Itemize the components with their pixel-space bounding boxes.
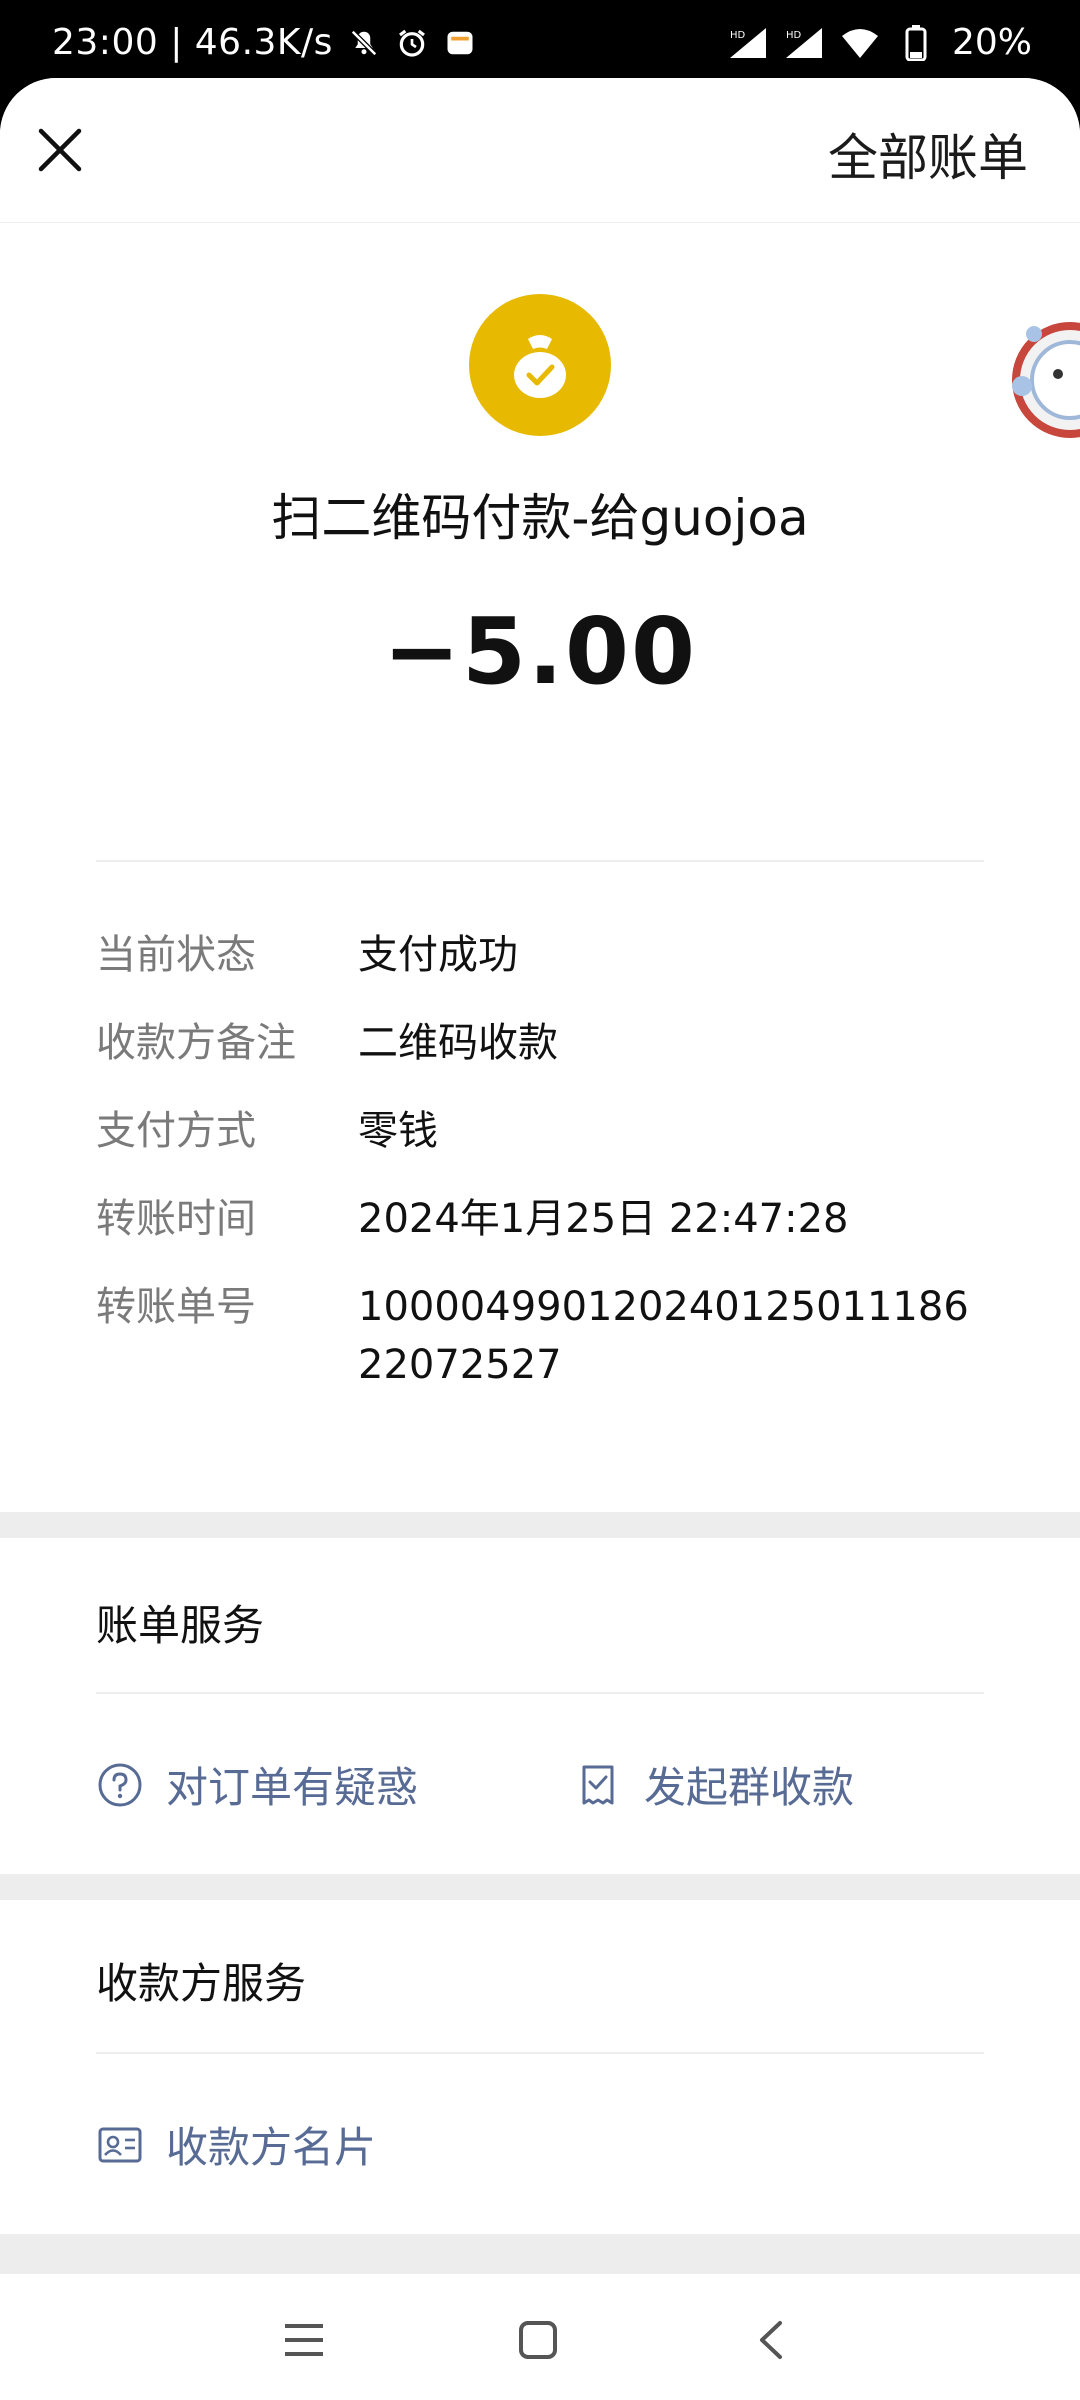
transaction-title: 扫二维码付款-给guojoa xyxy=(271,489,809,547)
status-left: 23:00 | 46.3K/s xyxy=(52,22,477,63)
detail-value: 2024年1月25日 22:47:28 xyxy=(358,1196,849,1242)
back-chevron-icon xyxy=(754,2319,790,2365)
detail-row-order-number: 转账单号 10000499012024012501118622072527 xyxy=(96,1282,984,1394)
all-bills-link[interactable]: 全部账单 xyxy=(828,118,1028,190)
battery-percent: 20% xyxy=(951,22,1032,63)
home-button[interactable] xyxy=(508,2312,568,2372)
payee-services-title: 收款方服务 xyxy=(96,1959,307,2008)
divider xyxy=(96,860,984,862)
home-square-icon xyxy=(517,2319,559,2365)
detail-row-status: 当前状态 支付成功 xyxy=(96,930,984,984)
money-bag-check-icon xyxy=(469,294,611,436)
detail-label: 当前状态 xyxy=(96,932,256,978)
alarm-icon xyxy=(395,26,429,60)
group-collect-label: 发起群收款 xyxy=(644,1763,855,1812)
system-nav-bar xyxy=(0,2274,1080,2400)
divider xyxy=(96,1692,984,1694)
signal-hd-icon-1: HD xyxy=(728,25,768,61)
detail-list: 当前状态 支付成功 收款方备注 二维码收款 支付方式 零钱 转账时间 2024年… xyxy=(96,930,984,1428)
detail-label: 转账时间 xyxy=(96,1196,256,1242)
transaction-amount: −5.00 xyxy=(382,598,698,705)
payee-card-label: 收款方名片 xyxy=(166,2123,377,2172)
wifi-icon xyxy=(840,25,880,61)
detail-value: 零钱 xyxy=(358,1108,438,1154)
section-gap xyxy=(0,1512,1080,1538)
receipt-check-icon xyxy=(574,1761,622,1809)
floating-mascot-icon[interactable] xyxy=(1010,314,1080,444)
payee-card-link[interactable]: 收款方名片 xyxy=(96,2114,376,2175)
divider xyxy=(96,2052,984,2054)
close-button[interactable] xyxy=(30,122,90,182)
section-gap xyxy=(0,1874,1080,1900)
detail-row-payee-note: 收款方备注 二维码收款 xyxy=(96,1018,984,1072)
detail-value: 10000499012024012501118622072527 xyxy=(358,1284,969,1388)
signal-hd-icon-2: HD xyxy=(784,25,824,61)
svg-text:HD: HD xyxy=(730,30,746,41)
status-right: HD HD 20% xyxy=(728,22,1032,63)
detail-value: 支付成功 xyxy=(358,932,518,978)
recents-button[interactable] xyxy=(274,2312,334,2372)
detail-label: 收款方备注 xyxy=(96,1020,296,1066)
close-icon xyxy=(37,127,83,177)
bill-services-title: 账单服务 xyxy=(96,1601,265,1650)
group-collect-link[interactable]: 发起群收款 xyxy=(574,1754,854,1815)
menu-icon xyxy=(283,2320,325,2364)
detail-label: 支付方式 xyxy=(96,1108,256,1154)
section-gap xyxy=(0,2234,1080,2274)
detail-label: 转账单号 xyxy=(96,1284,256,1330)
mute-bell-icon xyxy=(347,26,381,60)
order-doubt-link[interactable]: 对订单有疑惑 xyxy=(96,1754,418,1815)
detail-row-payment-method: 支付方式 零钱 xyxy=(96,1106,984,1160)
top-bar: 全部账单 xyxy=(0,78,1080,223)
detail-value: 二维码收款 xyxy=(358,1020,558,1066)
back-button[interactable] xyxy=(742,2312,802,2372)
battery-icon xyxy=(896,24,936,61)
wallet-notification-icon xyxy=(443,26,477,60)
contact-card-icon xyxy=(96,2121,144,2169)
question-circle-icon xyxy=(96,1761,144,1809)
status-time: 23:00 | 46.3K/s xyxy=(52,22,333,63)
order-doubt-label: 对订单有疑惑 xyxy=(166,1763,419,1812)
svg-text:HD: HD xyxy=(786,30,802,41)
detail-row-transfer-time: 转账时间 2024年1月25日 22:47:28 xyxy=(96,1194,984,1248)
bill-detail-sheet: 全部账单 扫二维码付款-给guojoa −5.00 当前状态 支付成功 收款方备… xyxy=(0,78,1080,2400)
status-bar: 23:00 | 46.3K/s HD HD 20% xyxy=(0,0,1080,80)
